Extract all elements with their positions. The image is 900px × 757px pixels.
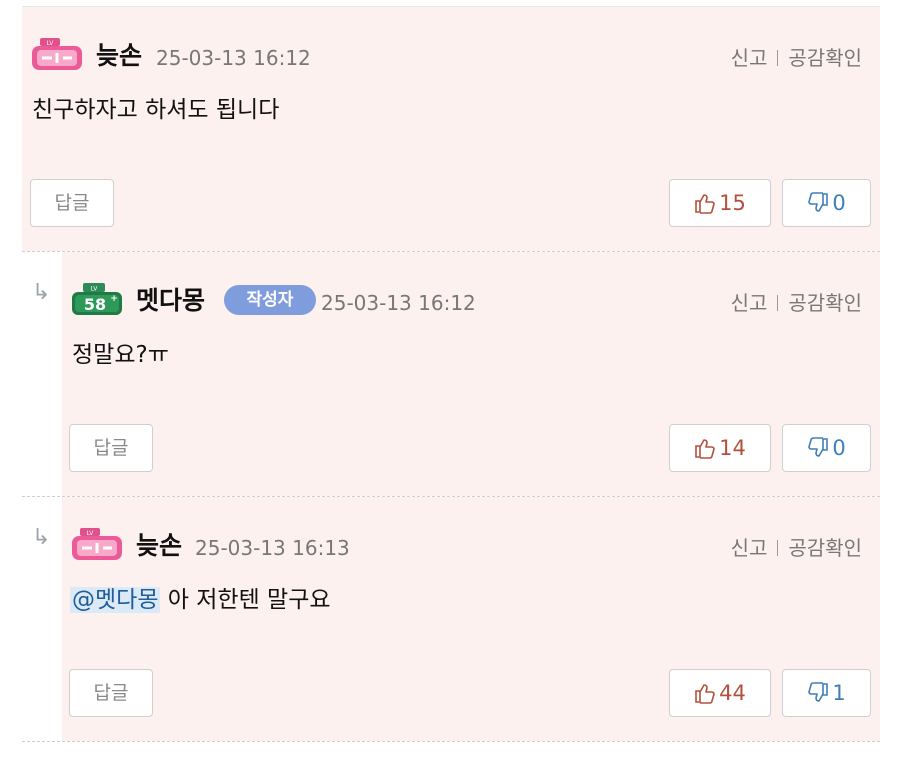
comment-actions: 신고 공감확인	[731, 45, 862, 71]
thumbs-up-icon	[695, 194, 715, 214]
svg-text:LV: LV	[47, 40, 55, 47]
like-button[interactable]: 15	[669, 179, 771, 227]
svg-text:LV: LV	[87, 530, 95, 537]
comment-header: LV 58 + 멧다몽 작성자 25-03-13 16:12 신고 공감확인	[70, 282, 862, 318]
reply-arrow-icon: ↳	[32, 280, 51, 305]
author-tag: 작성자	[224, 285, 316, 315]
empathy-check-link[interactable]: 공감확인	[788, 291, 862, 315]
like-count: 14	[719, 436, 746, 460]
thumbs-down-icon	[808, 192, 829, 212]
comment-datetime: 25-03-13 16:12	[321, 291, 476, 315]
nickname[interactable]: 늦손	[96, 39, 142, 73]
dislike-count: 1	[832, 681, 846, 705]
dislike-button[interactable]: 0	[782, 424, 871, 472]
reply-button[interactable]: 답글	[69, 669, 153, 717]
comment-datetime: 25-03-13 16:12	[156, 46, 311, 70]
level-badge-icon: LV	[72, 528, 122, 560]
svg-text:+: +	[110, 294, 118, 304]
comment-datetime: 25-03-13 16:13	[195, 536, 350, 560]
comment-text: 아 저한텐 말구요	[167, 587, 331, 613]
report-link[interactable]: 신고	[731, 46, 768, 70]
comment-item: LV 늦손 25-03-13 16:12 신고 공감확인 친구하자고 하셔도 됩니…	[22, 7, 880, 251]
empathy-check-link[interactable]: 공감확인	[788, 46, 862, 70]
empathy-check-link[interactable]: 공감확인	[788, 536, 862, 560]
separator	[777, 295, 779, 311]
dislike-count: 0	[832, 191, 846, 215]
comment-body: 정말요?ㅠ	[72, 338, 169, 372]
dislike-button[interactable]: 1	[782, 669, 871, 717]
reply-arrow-icon: ↳	[32, 525, 51, 550]
comment-divider	[22, 741, 880, 742]
thumbs-up-icon	[695, 684, 715, 704]
comment-header: LV 늦손 25-03-13 16:12 신고 공감확인	[30, 37, 862, 73]
comment-actions: 신고 공감확인	[731, 535, 862, 561]
nickname[interactable]: 멧다몽	[136, 284, 205, 318]
comment-body: 친구하자고 하셔도 됩니다	[32, 93, 279, 127]
like-count: 44	[719, 681, 746, 705]
like-button[interactable]: 14	[669, 424, 771, 472]
comment-actions: 신고 공감확인	[731, 290, 862, 316]
comment-body: @멧다몽 아 저한텐 말구요	[70, 583, 331, 617]
thumbs-down-icon	[808, 682, 829, 702]
thumbs-down-icon	[808, 437, 829, 457]
separator	[777, 540, 779, 556]
comment-item: LV 늦손 25-03-13 16:13 신고 공감확인 @멧다몽 아 저한텐 말…	[62, 497, 880, 741]
reply-button[interactable]: 답글	[69, 424, 153, 472]
report-link[interactable]: 신고	[731, 536, 768, 560]
separator	[777, 50, 779, 66]
nickname[interactable]: 늦손	[136, 529, 182, 563]
badge-level-text: 58	[84, 295, 106, 314]
like-count: 15	[719, 191, 746, 215]
comment-text: 정말요?ㅠ	[72, 342, 169, 368]
comment-text: 친구하자고 하셔도 됩니다	[32, 97, 280, 123]
comment-header: LV 늦손 25-03-13 16:13 신고 공감확인	[70, 527, 862, 563]
comment-item: LV 58 + 멧다몽 작성자 25-03-13 16:12 신고 공감확인 정말…	[62, 252, 880, 496]
level-badge-icon: LV	[32, 38, 82, 70]
dislike-button[interactable]: 0	[782, 179, 871, 227]
svg-text:LV: LV	[91, 286, 99, 293]
dislike-count: 0	[832, 436, 846, 460]
reply-button[interactable]: 답글	[30, 179, 114, 227]
report-link[interactable]: 신고	[731, 291, 768, 315]
like-button[interactable]: 44	[669, 669, 771, 717]
level-badge-icon: LV 58 +	[72, 283, 122, 315]
mention-link[interactable]: @멧다몽	[70, 587, 161, 613]
thumbs-up-icon	[695, 439, 715, 459]
